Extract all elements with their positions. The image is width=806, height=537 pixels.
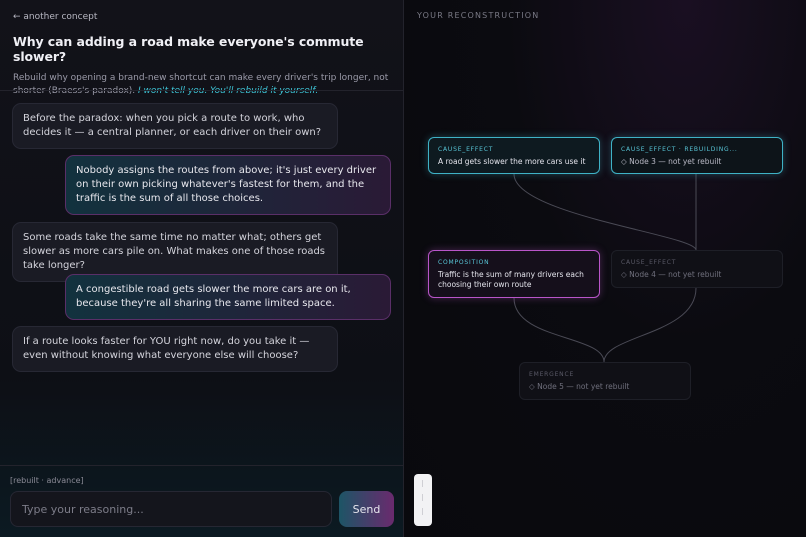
node-type-tag: CAUSE_EFFECT bbox=[438, 146, 494, 153]
ai-message: If a route looks faster for YOU right no… bbox=[12, 326, 338, 372]
concept-node-1[interactable]: CAUSE_EFFECT A road gets slower the more… bbox=[428, 137, 600, 174]
scrollbar-tick bbox=[422, 508, 423, 515]
another-concept-link[interactable]: ← another concept bbox=[13, 12, 393, 22]
node-text: ◇ Node 3 — not yet rebuilt bbox=[621, 157, 722, 166]
concept-node-2[interactable]: COMPOSITION Traffic is the sum of many d… bbox=[428, 250, 600, 298]
node-text: ◇ Node 4 — not yet rebuilt bbox=[621, 270, 722, 279]
ai-message: Before the paradox: when you pick a rout… bbox=[12, 103, 338, 149]
user-message: Nobody assigns the routes from above; it… bbox=[65, 155, 391, 215]
concept-header: ← another concept Why can adding a road … bbox=[13, 12, 393, 98]
page-subtitle: Rebuild why opening a brand-new shortcut… bbox=[13, 72, 393, 98]
node-text: A road gets slower the more cars use it bbox=[438, 157, 586, 166]
subtitle-emphasis: I won't tell you. You'll rebuild it your… bbox=[138, 86, 319, 96]
concept-node-5[interactable]: EMERGENCE ◇ Node 5 — not yet rebuilt bbox=[519, 362, 691, 400]
node-text: Traffic is the sum of many drivers each … bbox=[438, 270, 584, 289]
concept-node-4[interactable]: CAUSE_EFFECT ◇ Node 4 — not yet rebuilt bbox=[611, 250, 783, 288]
composer-divider bbox=[0, 465, 404, 466]
header-divider bbox=[0, 90, 404, 91]
page-title: Why can adding a road make everyone's co… bbox=[13, 34, 364, 64]
link-n1-n4 bbox=[513, 173, 697, 251]
chat-panel: ← another concept Why can adding a road … bbox=[0, 0, 404, 537]
concept-node-3[interactable]: CAUSE_EFFECT · REBUILDING... ◇ Node 3 — … bbox=[611, 137, 783, 174]
user-message: A congestible road gets slower the more … bbox=[65, 274, 391, 320]
node-type-tag: CAUSE_EFFECT bbox=[621, 259, 677, 266]
link-n2-n5 bbox=[513, 297, 605, 363]
scrollbar-tick bbox=[422, 494, 423, 501]
reasoning-input[interactable] bbox=[10, 491, 332, 527]
node-type-tag: COMPOSITION bbox=[438, 259, 490, 266]
link-n4-n5 bbox=[603, 287, 697, 363]
ai-message: Some roads take the same time no matter … bbox=[12, 222, 338, 282]
send-button[interactable]: Send bbox=[339, 491, 394, 527]
zoom-scrollbar[interactable] bbox=[414, 474, 432, 526]
node-text: ◇ Node 5 — not yet rebuilt bbox=[529, 382, 630, 391]
node-type-tag: CAUSE_EFFECT · REBUILDING... bbox=[621, 146, 738, 153]
mode-label: [rebuilt · advance] bbox=[10, 476, 84, 485]
node-type-tag: EMERGENCE bbox=[529, 371, 575, 378]
reconstruction-panel: YOUR RECONSTRUCTION CAUSE_EFFECT A road … bbox=[404, 0, 806, 537]
scrollbar-tick bbox=[422, 480, 423, 487]
